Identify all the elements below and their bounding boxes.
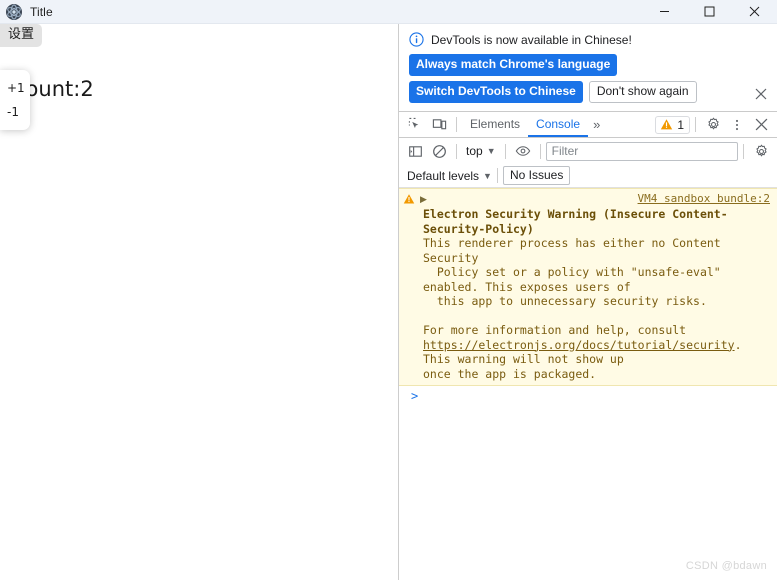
console-toolbar-separator-2	[504, 143, 506, 159]
chevron-down-icon: ▼	[486, 146, 496, 156]
app-content-pane: count:2 设置 +1 -1	[0, 24, 398, 580]
console-toolbar-separator-3	[539, 143, 541, 159]
console-warning-text: Electron Security Warning (Insecure Cont…	[423, 207, 773, 381]
log-levels-selector[interactable]: Default levels ▼	[407, 169, 492, 183]
log-levels-label: Default levels	[407, 168, 480, 183]
console-toolbar: top ▼	[399, 138, 777, 164]
app-window: Title count:2 设置 +1 -1 DevTools is now a…	[0, 0, 777, 580]
console-sidebar-icon[interactable]	[403, 139, 427, 163]
console-prompt-icon: >	[411, 389, 419, 403]
console-input-field[interactable]	[423, 389, 773, 403]
electron-atom-icon	[6, 3, 22, 20]
console-warning-line-3: this app to unnecessary security risks.	[423, 294, 707, 308]
tabstrip-separator-2	[695, 117, 696, 132]
warning-triangle-icon	[403, 194, 415, 204]
menu-item-decrement[interactable]: -1	[0, 100, 30, 124]
title-bar: Title	[0, 0, 777, 24]
console-warning-line-5: For more information and help, consult	[423, 323, 687, 337]
console-settings-gear-icon[interactable]	[749, 139, 773, 163]
execution-context-label: top	[466, 144, 483, 158]
console-warning-line-6: .	[734, 337, 742, 352]
live-expression-eye-icon[interactable]	[511, 139, 535, 163]
chevron-down-icon: ▼	[483, 170, 492, 181]
console-warning-line-2: Policy set or a policy with "unsafe-eval…	[423, 265, 728, 294]
minimize-icon[interactable]	[642, 0, 687, 24]
tabstrip-separator	[456, 117, 457, 132]
console-levels-row: Default levels ▼ No Issues	[399, 164, 777, 188]
infobar-message-row: DevTools is now available in Chinese!	[409, 32, 769, 47]
maximize-icon[interactable]	[687, 0, 732, 24]
infobar-close-icon[interactable]	[753, 86, 769, 102]
always-match-language-button[interactable]: Always match Chrome's language	[409, 54, 618, 76]
devtools-language-infobar: DevTools is now available in Chinese! Al…	[399, 24, 777, 112]
console-message-list: ▶ VM4 sandbox bundle:2 Electron Security…	[399, 188, 777, 580]
console-warning-line-1: This renderer process has either no Cont…	[423, 236, 728, 265]
more-tabs-icon[interactable]: »	[588, 117, 605, 132]
info-icon	[409, 32, 424, 47]
console-warning-line-8: once the app is packaged.	[423, 366, 597, 381]
gear-icon[interactable]	[701, 113, 725, 137]
console-warning-message[interactable]: ▶ VM4 sandbox bundle:2 Electron Security…	[399, 188, 777, 386]
warning-triangle-icon	[661, 119, 673, 130]
no-issues-button[interactable]: No Issues	[502, 166, 571, 185]
infobar-primary-row: Always match Chrome's language	[409, 54, 769, 76]
console-warning-line-7: This warning will not show up	[423, 352, 624, 366]
electron-security-docs-link[interactable]: https://electronjs.org/docs/tutorial/sec…	[423, 338, 735, 352]
tab-console[interactable]: Console	[528, 112, 589, 137]
console-toolbar-separator	[456, 143, 457, 159]
warning-count-badge[interactable]: 1	[655, 115, 690, 134]
devtools-tabstrip: Elements Console » 1	[399, 112, 777, 138]
expand-triangle-icon[interactable]: ▶	[420, 192, 427, 206]
console-message-source-link[interactable]: VM4 sandbox bundle:2	[638, 192, 770, 205]
levels-row-separator	[496, 168, 498, 183]
warning-count: 1	[677, 117, 684, 132]
device-toolbar-icon[interactable]	[427, 113, 451, 137]
inspect-element-icon[interactable]	[403, 113, 427, 137]
console-warning-title: Electron Security Warning (Insecure Cont…	[423, 207, 728, 236]
console-filter-input[interactable]	[545, 141, 738, 161]
console-toolbar-separator-4	[743, 143, 744, 159]
clear-console-icon[interactable]	[427, 139, 451, 163]
console-warning-header: ▶ VM4 sandbox bundle:2	[403, 192, 773, 206]
settings-button[interactable]: 设置	[0, 24, 43, 47]
devtools-close-icon[interactable]	[749, 113, 773, 137]
tab-elements[interactable]: Elements	[462, 112, 528, 137]
dont-show-again-button[interactable]: Don't show again	[588, 81, 697, 103]
execution-context-selector[interactable]: top ▼	[462, 144, 500, 158]
kebab-menu-icon[interactable]	[725, 113, 749, 137]
devtools-panel: DevTools is now available in Chinese! Al…	[398, 24, 777, 580]
switch-devtools-language-button[interactable]: Switch DevTools to Chinese	[409, 81, 583, 103]
infobar-secondary-row: Switch DevTools to Chinese Don't show ag…	[409, 81, 769, 103]
close-icon[interactable]	[732, 0, 777, 24]
menu-item-increment[interactable]: +1	[0, 76, 30, 100]
console-input-row[interactable]: >	[399, 386, 777, 406]
infobar-message: DevTools is now available in Chinese!	[431, 32, 632, 47]
window-title: Title	[30, 4, 53, 19]
settings-dropdown-menu: +1 -1	[0, 70, 30, 130]
